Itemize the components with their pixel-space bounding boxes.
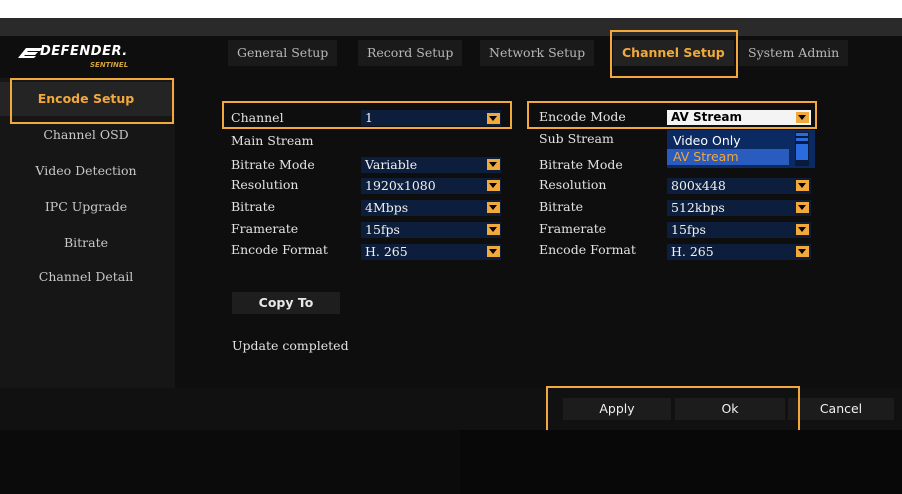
main-framerate-label: Framerate xyxy=(231,221,299,236)
encode-mode-value: AV Stream xyxy=(671,110,742,124)
apply-button[interactable]: Apply xyxy=(563,398,671,420)
sidebar-item-ipc-upgrade[interactable]: IPC Upgrade xyxy=(0,190,172,224)
cancel-button[interactable]: Cancel xyxy=(788,398,894,420)
main-bitrate-select[interactable]: 4Mbps xyxy=(361,200,501,216)
main-bitrate-mode-select[interactable]: Variable xyxy=(361,157,501,173)
dropdown-arrow-icon[interactable] xyxy=(796,112,809,123)
encode-mode-dropdown: Video Only AV Stream xyxy=(667,130,815,168)
sub-framerate-value: 15fps xyxy=(671,222,706,237)
main-framerate-select[interactable]: 15fps xyxy=(361,222,501,238)
dropdown-arrow-icon[interactable] xyxy=(796,246,809,257)
sidebar-item-video-detection[interactable]: Video Detection xyxy=(0,154,172,188)
ok-button[interactable]: Ok xyxy=(675,398,785,420)
main-bitrate-mode-value: Variable xyxy=(365,157,418,172)
dropdown-scrollbar[interactable] xyxy=(795,132,809,166)
encode-mode-select[interactable]: AV Stream xyxy=(667,110,811,125)
dropdown-arrow-icon[interactable] xyxy=(487,202,500,213)
sub-stream-heading: Sub Stream xyxy=(539,131,614,146)
dropdown-arrow-icon[interactable] xyxy=(487,159,500,170)
sub-encode-format-label: Encode Format xyxy=(539,242,636,257)
sidebar-item-channel-osd[interactable]: Channel OSD xyxy=(0,118,172,152)
main-resolution-value: 1920x1080 xyxy=(365,178,436,193)
option-video-only[interactable]: Video Only xyxy=(667,133,789,149)
sub-bitrate-value: 512kbps xyxy=(671,200,725,215)
top-strip xyxy=(0,0,902,18)
sub-encode-format-select[interactable]: H. 265 xyxy=(667,244,811,260)
brand-logo: DEFENDER. SENTINEL xyxy=(18,44,150,78)
brand-tagline: SENTINEL xyxy=(90,61,129,69)
dropdown-arrow-icon[interactable] xyxy=(796,180,809,191)
tab-system-admin[interactable]: System Admin xyxy=(739,40,849,66)
dropdown-arrow-icon[interactable] xyxy=(796,224,809,235)
status-text: Update completed xyxy=(232,338,349,353)
sidebar-item-bitrate[interactable]: Bitrate xyxy=(0,226,172,260)
sub-encode-format-value: H. 265 xyxy=(671,244,714,259)
lower-area xyxy=(0,430,902,494)
option-av-stream[interactable]: AV Stream xyxy=(667,149,789,165)
defender-logo-icon xyxy=(18,48,43,58)
main-bitrate-value: 4Mbps xyxy=(365,200,409,215)
dropdown-arrow-icon[interactable] xyxy=(487,113,500,124)
main-framerate-value: 15fps xyxy=(365,222,400,237)
dropdown-arrow-icon[interactable] xyxy=(796,202,809,213)
channel-select[interactable]: 1 xyxy=(361,110,501,126)
main-stream-heading: Main Stream xyxy=(231,133,314,148)
sidebar-item-channel-detail[interactable]: Channel Detail xyxy=(0,260,172,294)
sub-framerate-select[interactable]: 15fps xyxy=(667,222,811,238)
tab-network-setup[interactable]: Network Setup xyxy=(480,40,595,66)
main-bitrate-mode-label: Bitrate Mode xyxy=(231,157,315,172)
main-bitrate-label: Bitrate xyxy=(231,199,276,214)
dropdown-arrow-icon[interactable] xyxy=(487,224,500,235)
sidebar: Encode Setup Channel OSD Video Detection… xyxy=(0,78,175,388)
tab-channel-setup[interactable]: Channel Setup xyxy=(613,40,734,66)
main-encode-format-select[interactable]: H. 265 xyxy=(361,244,501,260)
sub-bitrate-select[interactable]: 512kbps xyxy=(667,200,811,216)
sub-resolution-select[interactable]: 800x448 xyxy=(667,178,811,194)
dropdown-arrow-icon[interactable] xyxy=(487,180,500,191)
sub-resolution-label: Resolution xyxy=(539,177,607,192)
dropdown-arrow-icon[interactable] xyxy=(487,246,500,257)
sub-framerate-label: Framerate xyxy=(539,221,607,236)
tab-record-setup[interactable]: Record Setup xyxy=(358,40,463,66)
channel-value: 1 xyxy=(365,110,373,125)
sub-bitrate-label: Bitrate xyxy=(539,199,584,214)
copy-to-button[interactable]: Copy To xyxy=(232,292,340,314)
encode-mode-label: Encode Mode xyxy=(539,109,626,124)
sub-resolution-value: 800x448 xyxy=(671,178,726,193)
tab-general-setup[interactable]: General Setup xyxy=(228,40,338,66)
main-resolution-select[interactable]: 1920x1080 xyxy=(361,178,501,194)
sub-bitrate-mode-label: Bitrate Mode xyxy=(539,157,623,172)
sidebar-item-encode-setup[interactable]: Encode Setup xyxy=(0,82,172,116)
main-encode-format-label: Encode Format xyxy=(231,242,328,257)
main-resolution-label: Resolution xyxy=(231,177,299,192)
main-encode-format-value: H. 265 xyxy=(365,244,408,259)
title-bar xyxy=(0,18,902,36)
channel-label: Channel xyxy=(231,110,284,125)
